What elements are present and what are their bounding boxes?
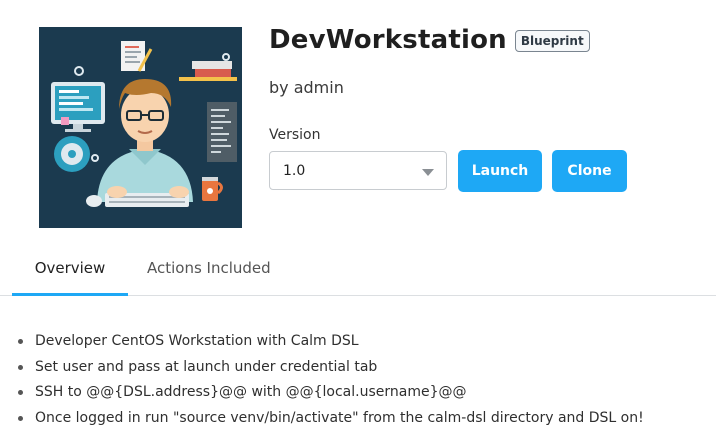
description-list: Developer CentOS Workstation with Calm D… (16, 332, 644, 434)
version-label: Version (269, 127, 321, 143)
tab-bar: Overview Actions Included (0, 240, 716, 296)
tab-overview[interactable]: Overview (12, 240, 128, 296)
list-item: Set user and pass at launch under creden… (16, 358, 644, 384)
developer-illustration-icon (51, 41, 237, 207)
version-select[interactable]: 1.0 (269, 151, 447, 190)
blueprint-illustration (39, 27, 242, 228)
list-item: Once logged in run "source venv/bin/acti… (16, 409, 644, 435)
tab-actions-included[interactable]: Actions Included (147, 240, 271, 296)
author-text: by admin (269, 78, 344, 97)
list-item: Developer CentOS Workstation with Calm D… (16, 332, 644, 358)
list-item: SSH to @@{DSL.address}@@ with @@{local.u… (16, 383, 644, 409)
blueprint-title: DevWorkstation (269, 25, 507, 55)
version-select-value: 1.0 (283, 163, 306, 179)
launch-button[interactable]: Launch (458, 150, 542, 192)
clone-button[interactable]: Clone (552, 150, 627, 192)
chevron-down-icon (422, 169, 434, 176)
blueprint-badge: Blueprint (514, 30, 590, 52)
active-tab-indicator (12, 293, 128, 296)
